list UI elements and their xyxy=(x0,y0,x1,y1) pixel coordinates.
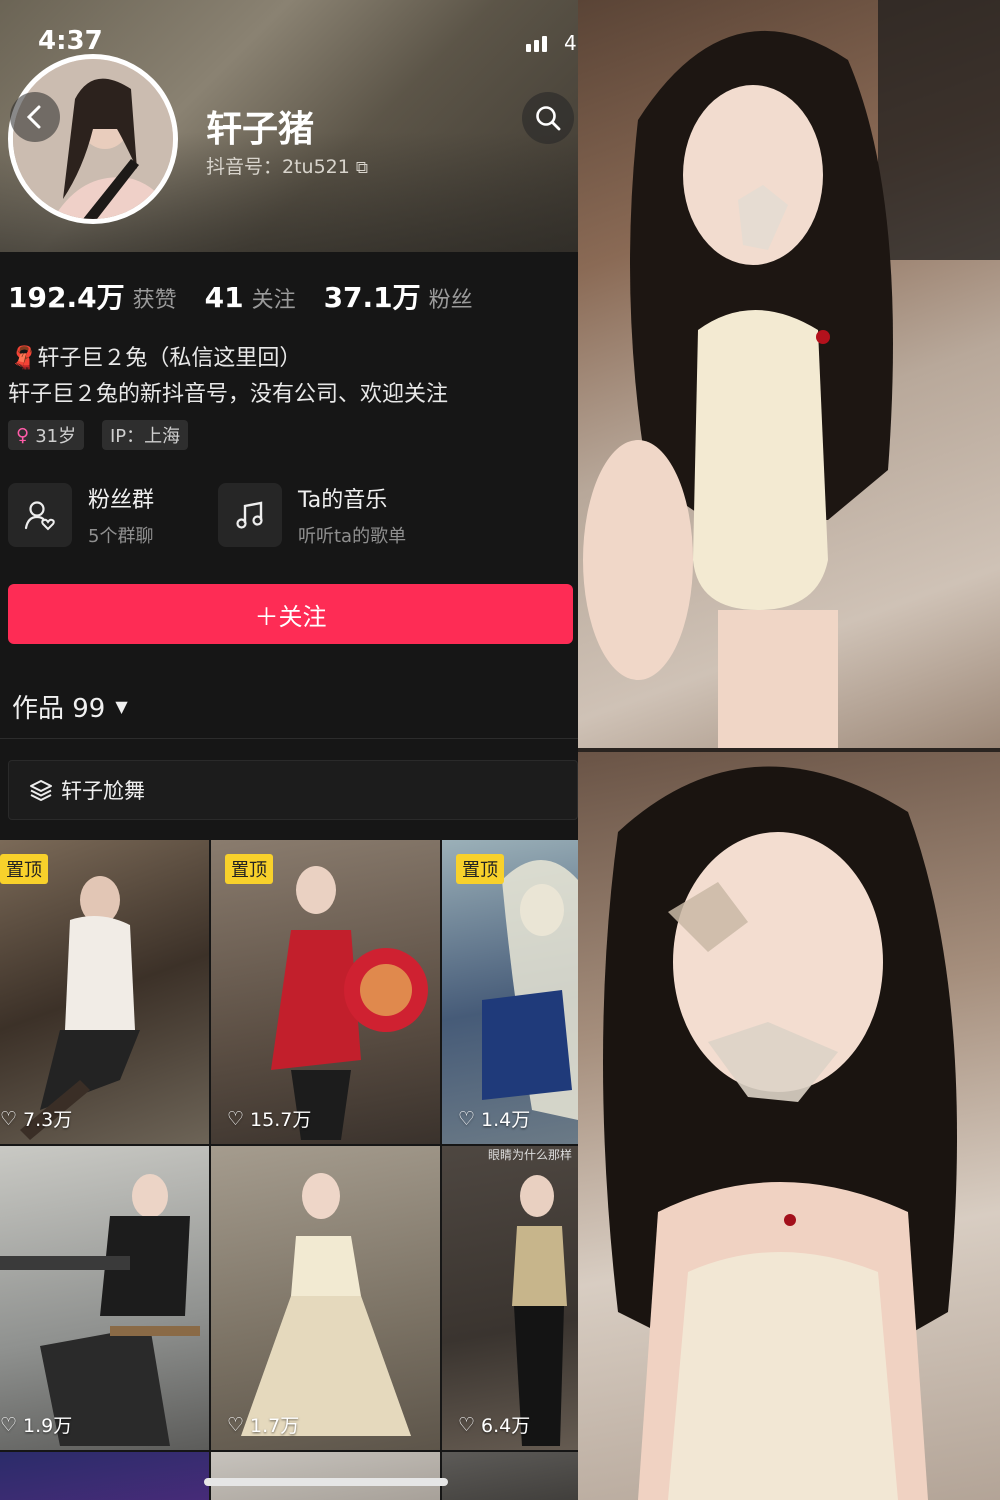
status-time: 4:37 xyxy=(38,26,103,56)
video-thumbnail xyxy=(241,1173,411,1436)
bio-line-1-text: 轩子巨２兔（私信这里回） xyxy=(37,346,302,371)
video-tile[interactable]: 眼睛为什么那样 ♡ 6.4万 xyxy=(442,1146,578,1450)
profile-stats: 192.4万 获赞 41 关注 37.1万 粉丝 xyxy=(8,276,501,316)
battery-indicator: 4 xyxy=(564,31,577,55)
video-tile[interactable] xyxy=(211,1452,440,1500)
video-thumbnail xyxy=(482,860,578,1120)
divider xyxy=(0,738,578,739)
video-tile[interactable] xyxy=(442,1452,578,1500)
fans-group-subtitle: 5个群聊 xyxy=(88,526,154,547)
douyin-id-text: 抖音号：2tu521 xyxy=(206,156,350,178)
likes-count-text: 15.7万 xyxy=(250,1109,312,1131)
profile-name: 轩子猪 xyxy=(206,109,315,150)
heart-icon: ♡ xyxy=(227,1413,245,1436)
heart-icon: ♡ xyxy=(458,1413,476,1436)
profile-screen: 4:37 4 轩子猪 抖音号：2tu521 ⧉ 192.4万 获赞 41 关注 … xyxy=(0,0,578,1500)
search-button[interactable] xyxy=(522,92,574,144)
heart-icon: ♡ xyxy=(227,1107,245,1130)
female-icon: ♀ xyxy=(16,424,30,446)
fans-group-icon xyxy=(8,483,72,547)
home-indicator[interactable] xyxy=(204,1478,448,1486)
music-card[interactable]: Ta的音乐 听听ta的歌单 xyxy=(218,482,406,548)
following-count[interactable]: 41 xyxy=(205,281,244,314)
scarf-emoji-icon: 🧣 xyxy=(10,346,38,371)
likes-count-text: 7.3万 xyxy=(23,1109,73,1131)
collection-label: 轩子尬舞 xyxy=(61,779,145,803)
video-tile[interactable]: ♡ 1.9万 xyxy=(0,1146,209,1450)
selfie-photo-bottom xyxy=(578,752,1000,1500)
copy-icon[interactable]: ⧉ xyxy=(356,158,368,178)
video-thumbnail xyxy=(20,876,140,1140)
video-likes: ♡ 1.7万 xyxy=(227,1411,299,1438)
signal-icon xyxy=(526,36,547,52)
video-thumbnail xyxy=(0,1174,200,1446)
bio-line-2: 轩子巨２兔的新抖音号，没有公司、欢迎关注 xyxy=(8,382,449,407)
triangle-down-icon: ▼ xyxy=(115,697,128,716)
video-tile[interactable]: 置顶 ♡ 1.4万 xyxy=(442,840,578,1144)
age-text: 31岁 xyxy=(35,426,77,447)
likes-count-text: 1.4万 xyxy=(481,1109,531,1131)
likes-count: 192.4万 xyxy=(8,281,125,314)
pinned-badge: 置顶 xyxy=(0,854,48,884)
ip-tag: IP：上海 xyxy=(102,420,189,450)
photo-column xyxy=(578,0,1000,1500)
fans-group-title: 粉丝群 xyxy=(88,488,155,513)
fans-group-card[interactable]: 粉丝群 5个群聊 xyxy=(8,482,154,548)
pinned-badge: 置顶 xyxy=(456,854,504,884)
douyin-id[interactable]: 抖音号：2tu521 ⧉ xyxy=(206,152,368,179)
likes-label: 获赞 xyxy=(132,288,177,313)
video-likes: ♡ 7.3万 xyxy=(0,1105,72,1132)
video-tile[interactable] xyxy=(0,1452,209,1500)
selfie-image xyxy=(583,0,1000,748)
back-button[interactable] xyxy=(10,92,60,142)
likes-count-text: 1.9万 xyxy=(23,1415,73,1437)
video-likes: ♡ 15.7万 xyxy=(227,1105,311,1132)
selfie-photo-top xyxy=(578,0,1000,748)
selfie-image xyxy=(603,766,957,1500)
video-tile[interactable]: 置顶 ♡ 15.7万 xyxy=(211,840,440,1144)
age-tag: ♀ 31岁 xyxy=(8,420,85,450)
chevron-left-icon xyxy=(26,105,41,129)
bio-line-1: 🧣轩子巨２兔（私信这里回） xyxy=(10,340,301,372)
pinned-badge: 置顶 xyxy=(225,854,273,884)
video-tile[interactable]: 置顶 ♡ 7.3万 xyxy=(0,840,209,1144)
video-caption: 眼睛为什么那样 xyxy=(488,1148,573,1162)
music-title: Ta的音乐 xyxy=(298,488,388,513)
heart-icon: ♡ xyxy=(458,1107,476,1130)
music-note-icon xyxy=(218,483,282,547)
works-tab[interactable]: 作品 99 ▼ xyxy=(12,688,128,725)
video-tile[interactable]: ♡ 1.7万 xyxy=(211,1146,440,1450)
collection-bar[interactable]: 轩子尬舞 xyxy=(8,760,578,820)
video-likes: ♡ 1.9万 xyxy=(0,1411,72,1438)
likes-count-text: 6.4万 xyxy=(481,1415,531,1437)
search-icon xyxy=(536,106,561,131)
heart-icon: ♡ xyxy=(0,1413,18,1436)
video-likes: ♡ 6.4万 xyxy=(458,1411,530,1438)
likes-count-text: 1.7万 xyxy=(250,1415,300,1437)
heart-icon: ♡ xyxy=(0,1107,18,1130)
following-label[interactable]: 关注 xyxy=(252,282,296,314)
works-label: 作品 99 xyxy=(12,694,106,724)
followers-count[interactable]: 37.1万 xyxy=(324,276,421,316)
music-subtitle: 听听ta的歌单 xyxy=(298,526,407,547)
video-likes: ♡ 1.4万 xyxy=(458,1105,530,1132)
video-thumbnail xyxy=(512,1175,567,1446)
followers-label[interactable]: 粉丝 xyxy=(429,282,473,314)
video-thumbnail xyxy=(271,866,428,1140)
layers-icon xyxy=(30,780,52,801)
follow-button[interactable]: ＋关注 xyxy=(8,584,573,644)
